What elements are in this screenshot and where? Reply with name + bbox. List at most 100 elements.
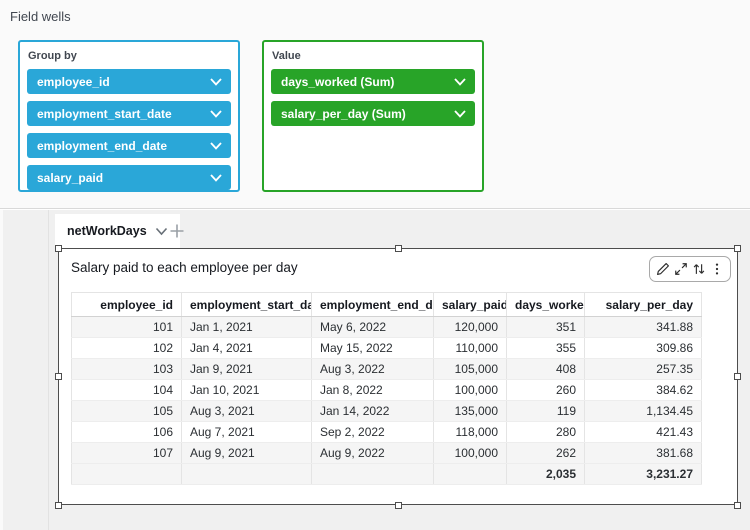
value-pill-list: days_worked (Sum) salary_per_day (Sum) [271, 69, 475, 126]
field-pill-employee-id[interactable]: employee_id [27, 69, 231, 94]
chevron-down-icon[interactable] [454, 110, 466, 118]
table-cell: 102 [72, 338, 182, 359]
sheet-canvas: netWorkDays Salary paid to each employee… [0, 210, 750, 530]
table-cell: 119 [507, 401, 585, 422]
table-cell: 107 [72, 443, 182, 464]
table-cell: 280 [507, 422, 585, 443]
data-table: employee_idemployment_start_dateemployme… [71, 292, 702, 485]
table-cell: Jan 9, 2021 [182, 359, 312, 380]
resize-handle-top-left[interactable] [55, 245, 62, 252]
field-pill-employment-end-date[interactable]: employment_end_date [27, 133, 231, 158]
table-row: 107Aug 9, 2021Aug 9, 2022100,000262381.6… [72, 443, 702, 464]
resize-handle-bottom-middle[interactable] [395, 502, 402, 509]
table-cell: 110,000 [434, 338, 507, 359]
table-cell: 260 [507, 380, 585, 401]
table-row: 105Aug 3, 2021Jan 14, 2022135,0001191,13… [72, 401, 702, 422]
table-cell: 105,000 [434, 359, 507, 380]
field-wells-panel: Field wells Group by employee_id employm… [0, 0, 750, 209]
totals-cell [434, 464, 507, 485]
expand-icon[interactable] [672, 258, 690, 280]
table-cell: 257.35 [585, 359, 702, 380]
chevron-down-icon[interactable] [210, 174, 222, 182]
totals-cell [312, 464, 434, 485]
table-row: 104Jan 10, 2021Jan 8, 2022100,000260384.… [72, 380, 702, 401]
totals-cell: 3,231.27 [585, 464, 702, 485]
column-header-salary_paid[interactable]: salary_paid [434, 293, 507, 317]
field-pill-salary-per-day-sum-[interactable]: salary_per_day (Sum) [271, 101, 475, 126]
column-header-employment_end_date[interactable]: employment_end_date [312, 293, 434, 317]
table-cell: 135,000 [434, 401, 507, 422]
table-cell: 341.88 [585, 317, 702, 338]
table-cell: Aug 7, 2021 [182, 422, 312, 443]
table-cell: 355 [507, 338, 585, 359]
menu-kebab-icon[interactable] [708, 258, 726, 280]
totals-cell [72, 464, 182, 485]
field-pill-salary-paid[interactable]: salary_paid [27, 165, 231, 190]
totals-cell [182, 464, 312, 485]
visual-toolbar [649, 256, 731, 282]
swap-vertical-icon[interactable] [690, 258, 708, 280]
table-visual-container[interactable]: Salary paid to each employee per day [58, 248, 738, 505]
chevron-down-icon[interactable] [210, 142, 222, 150]
group-by-well[interactable]: Group by employee_id employment_start_da… [18, 40, 240, 192]
table-cell: Sep 2, 2022 [312, 422, 434, 443]
value-well[interactable]: Value days_worked (Sum) salary_per_day (… [262, 40, 484, 192]
plus-icon [169, 223, 185, 239]
table-cell: 408 [507, 359, 585, 380]
table-wrapper: employee_idemployment_start_dateemployme… [71, 292, 702, 485]
visual-title: Salary paid to each employee per day [71, 260, 298, 275]
sheet-tab-networkdays[interactable]: netWorkDays [55, 214, 180, 248]
field-pill-label: salary_per_day (Sum) [281, 107, 406, 121]
edit-pencil-icon[interactable] [654, 258, 672, 280]
table-cell: Jan 1, 2021 [182, 317, 312, 338]
field-pill-label: employment_end_date [37, 139, 167, 153]
field-pill-label: salary_paid [37, 171, 103, 185]
table-cell: 421.43 [585, 422, 702, 443]
table-row: 106Aug 7, 2021Sep 2, 2022118,000280421.4… [72, 422, 702, 443]
value-label: Value [272, 50, 475, 62]
resize-handle-bottom-right[interactable] [734, 502, 741, 509]
table-cell: 384.62 [585, 380, 702, 401]
table-cell: May 6, 2022 [312, 317, 434, 338]
table-cell: Aug 3, 2021 [182, 401, 312, 422]
table-row: 102Jan 4, 2021May 15, 2022110,000355309.… [72, 338, 702, 359]
table-cell: 105 [72, 401, 182, 422]
column-header-days_worked[interactable]: days_worked [507, 293, 585, 317]
resize-handle-middle-right[interactable] [734, 373, 741, 380]
column-header-employment_start_date[interactable]: employment_start_date [182, 293, 312, 317]
table-cell: Aug 3, 2022 [312, 359, 434, 380]
resize-handle-top-middle[interactable] [395, 245, 402, 252]
table-cell: 120,000 [434, 317, 507, 338]
table-cell: 381.68 [585, 443, 702, 464]
sheet-tab-label: netWorkDays [67, 224, 147, 238]
canvas-edge-line [48, 210, 49, 530]
field-pill-employment-start-date[interactable]: employment_start_date [27, 101, 231, 126]
table-cell: 262 [507, 443, 585, 464]
resize-handle-top-right[interactable] [734, 245, 741, 252]
table-cell: May 15, 2022 [312, 338, 434, 359]
resize-handle-bottom-left[interactable] [55, 502, 62, 509]
resize-handle-middle-left[interactable] [55, 373, 62, 380]
totals-cell: 2,035 [507, 464, 585, 485]
table-cell: 103 [72, 359, 182, 380]
field-pill-label: days_worked (Sum) [281, 75, 394, 89]
field-pill-days-worked-sum-[interactable]: days_worked (Sum) [271, 69, 475, 94]
field-wells-title: Field wells [10, 9, 71, 24]
field-pill-label: employment_start_date [37, 107, 172, 121]
column-header-salary_per_day[interactable]: salary_per_day [585, 293, 702, 317]
chevron-down-icon[interactable] [454, 78, 466, 86]
table-cell: 118,000 [434, 422, 507, 443]
table-cell: Jan 10, 2021 [182, 380, 312, 401]
table-cell: 1,134.45 [585, 401, 702, 422]
table-header-row: employee_idemployment_start_dateemployme… [72, 293, 702, 317]
add-sheet-button[interactable] [166, 220, 188, 242]
chevron-down-icon[interactable] [210, 78, 222, 86]
group-by-label: Group by [28, 50, 231, 62]
table-cell: 351 [507, 317, 585, 338]
table-cell: 309.86 [585, 338, 702, 359]
column-header-employee_id[interactable]: employee_id [72, 293, 182, 317]
chevron-down-icon[interactable] [210, 110, 222, 118]
table-cell: 100,000 [434, 443, 507, 464]
table-cell: 101 [72, 317, 182, 338]
field-pill-label: employee_id [37, 75, 110, 89]
